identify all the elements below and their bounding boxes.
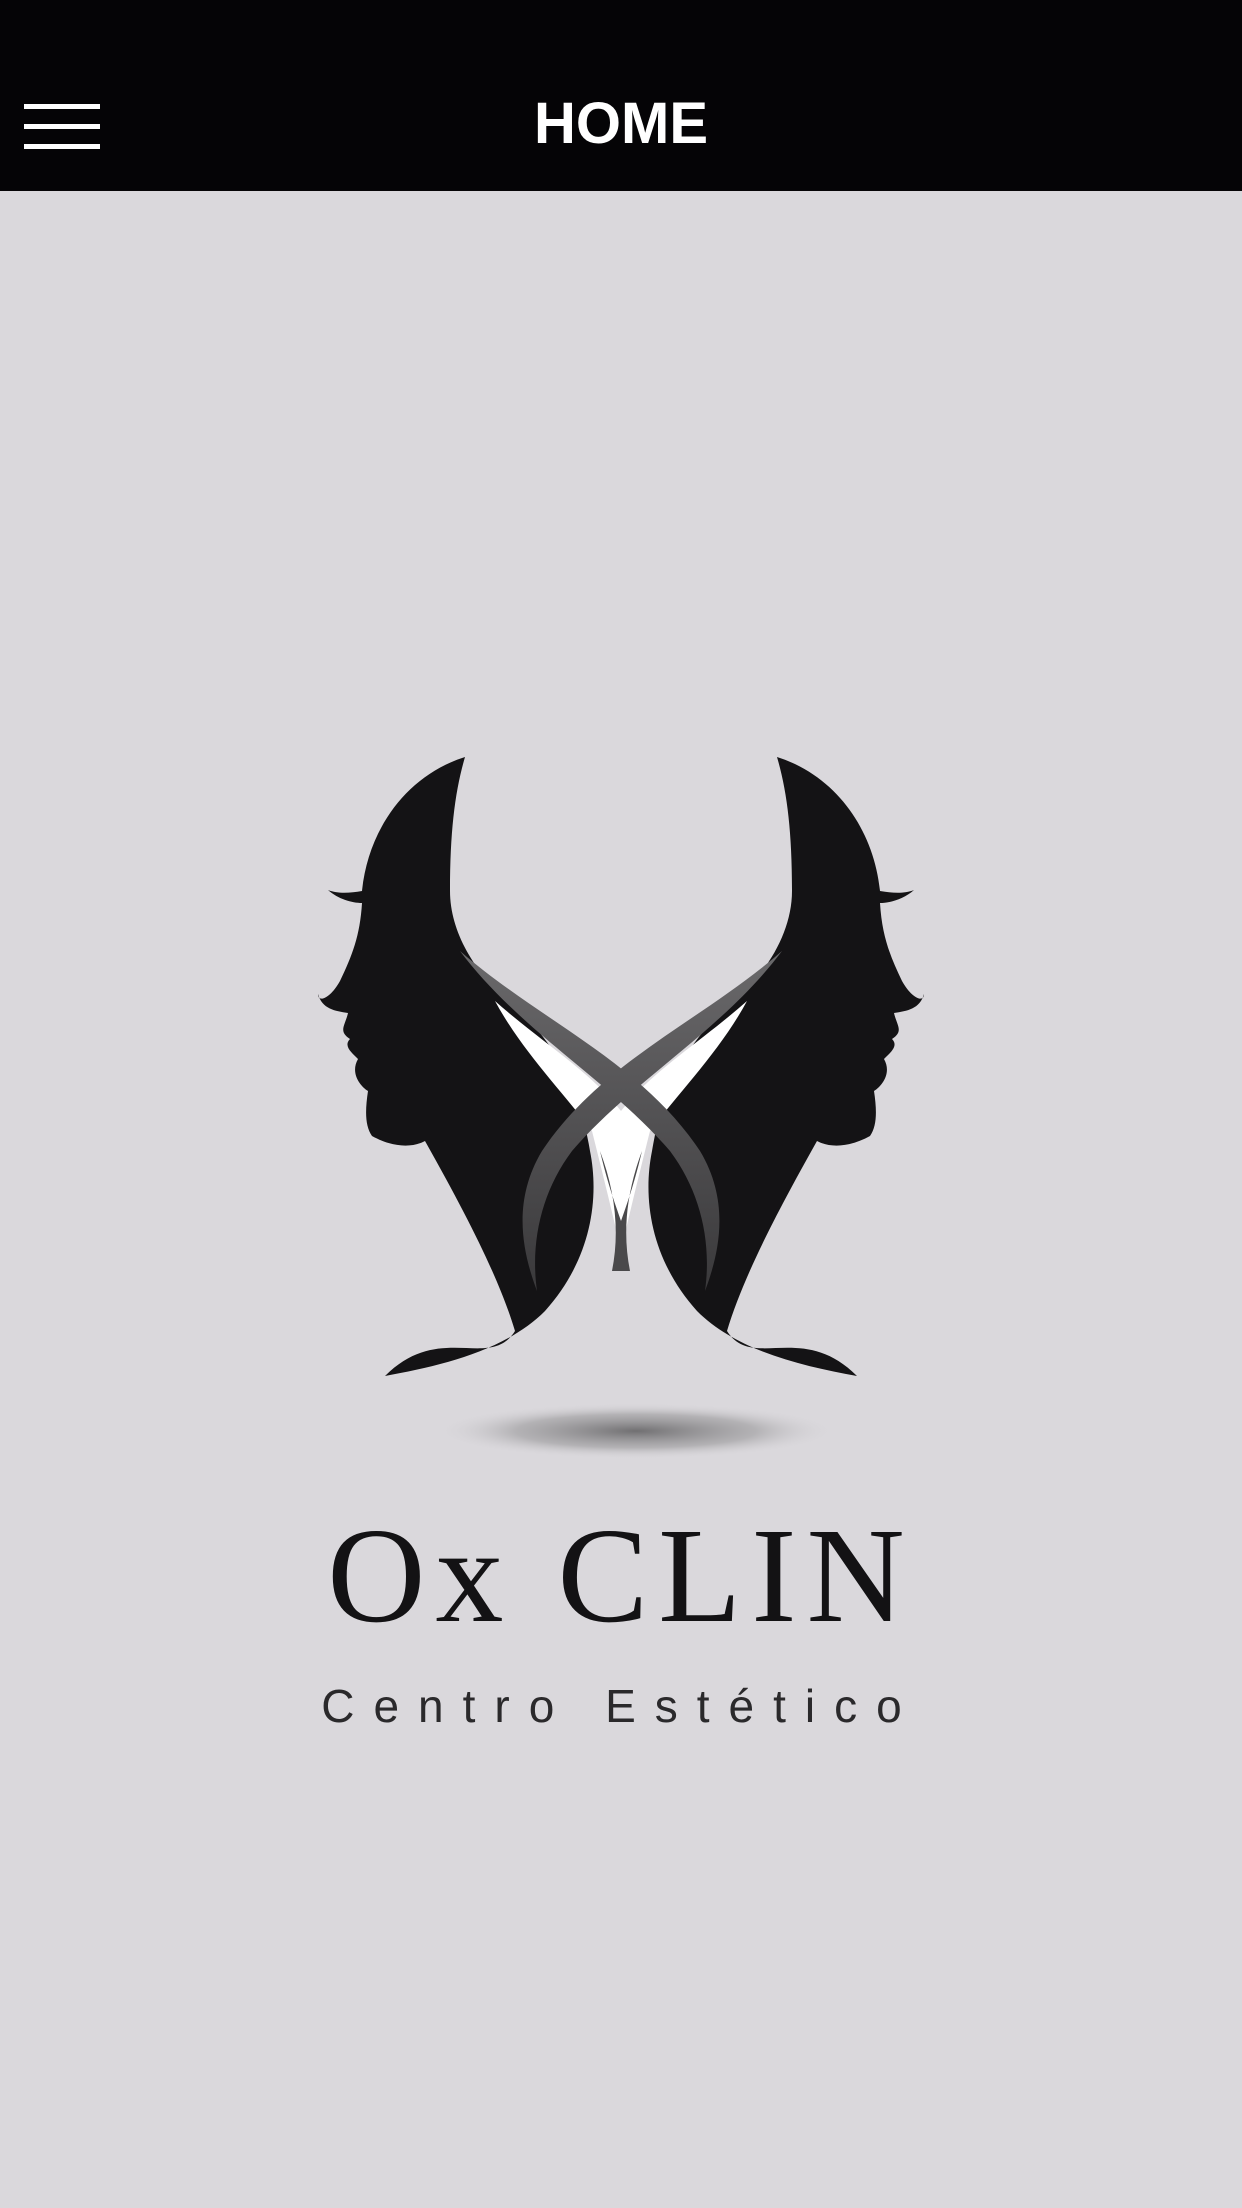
brand-name: Ox CLIN <box>327 1501 915 1651</box>
brand-tagline: Centro Estético <box>321 1680 921 1732</box>
logo-area: Ox CLIN Centro Estético <box>0 191 1242 2208</box>
app-header: HOME <box>0 0 1242 191</box>
logo-shadow <box>436 1403 836 1459</box>
page-title: HOME <box>534 91 708 156</box>
logo-two-faces-graphic <box>318 757 924 1459</box>
